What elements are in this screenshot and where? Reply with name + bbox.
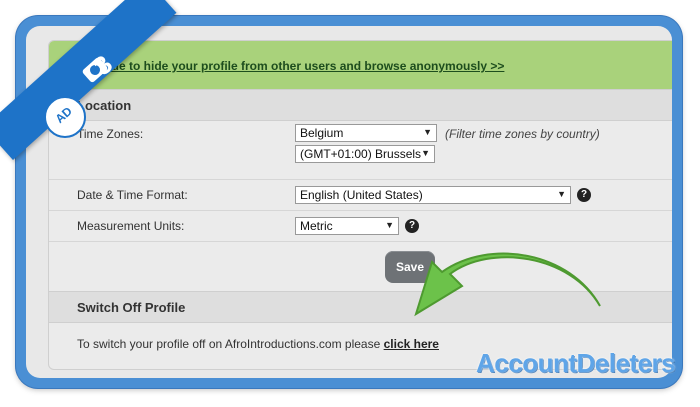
chevron-down-icon: ▼: [421, 148, 430, 158]
chevron-down-icon: ▼: [423, 127, 432, 137]
date-format-row: Date & Time Format: English (United Stat…: [49, 180, 672, 211]
units-select[interactable]: Metric ▼: [295, 217, 399, 235]
click-here-link[interactable]: click here: [384, 337, 439, 351]
timezone-select-value: (GMT+01:00) Brussels: [300, 147, 422, 161]
watermark: AccountDeleters: [476, 348, 676, 378]
chevron-down-icon: ▼: [385, 220, 394, 230]
units-row: Measurement Units: Metric ▼ ?: [49, 211, 672, 242]
date-format-select-value: English (United States): [300, 188, 423, 202]
switch-off-title: Switch Off Profile: [77, 300, 186, 315]
help-icon[interactable]: ?: [577, 188, 591, 202]
units-select-value: Metric: [300, 219, 333, 233]
country-hint: (Filter time zones by country): [445, 127, 600, 141]
country-select-value: Belgium: [300, 126, 344, 140]
switch-off-text: To switch your profile off on AfroIntrod…: [77, 337, 439, 351]
time-zones-row: Time Zones: Belgium ▼ (Filter time zones…: [49, 121, 672, 180]
chevron-down-icon: ▼: [557, 189, 566, 199]
logo-badge: AD: [44, 96, 86, 138]
help-icon[interactable]: ?: [405, 219, 419, 233]
location-section-header: Location: [49, 89, 672, 121]
upgrade-link[interactable]: Upgrade to hide your profile from other …: [77, 59, 504, 73]
date-format-label: Date & Time Format:: [77, 188, 188, 202]
upgrade-banner: Upgrade to hide your profile from other …: [49, 41, 672, 90]
units-label: Measurement Units:: [77, 219, 185, 233]
country-select[interactable]: Belgium ▼: [295, 124, 437, 142]
badge-text: AD: [52, 103, 75, 127]
green-arrow-icon: [414, 252, 601, 317]
time-zones-label: Time Zones:: [77, 127, 144, 141]
timezone-select[interactable]: (GMT+01:00) Brussels ▼: [295, 145, 435, 163]
switch-off-text-body: To switch your profile off on AfroIntrod…: [77, 337, 384, 351]
date-format-select[interactable]: English (United States) ▼: [295, 186, 571, 204]
